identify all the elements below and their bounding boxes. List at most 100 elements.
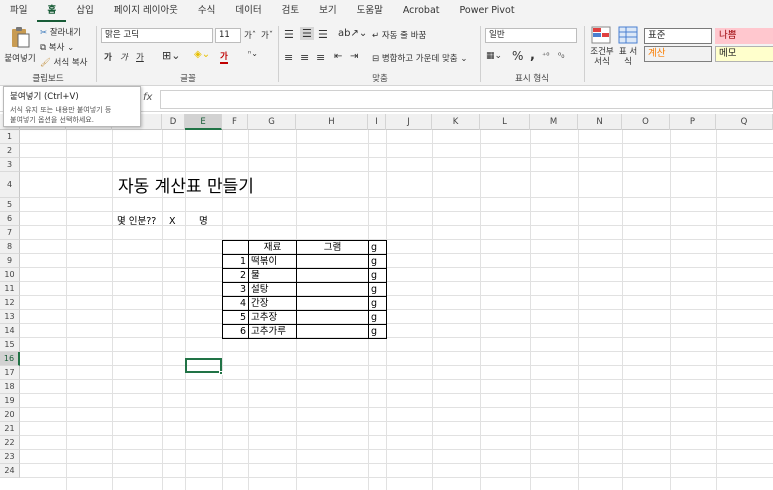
underline-button[interactable]: 가 bbox=[136, 51, 144, 63]
style-note[interactable]: 메모 bbox=[715, 46, 773, 62]
tab-help[interactable]: 도움말 bbox=[347, 0, 393, 22]
merge-center-button[interactable]: ⊟ 병합하고 가운데 맞춤 ⌄ bbox=[372, 52, 467, 64]
table-row-unit[interactable]: g bbox=[368, 296, 387, 311]
format-painter-button[interactable]: 🖌 서식 복사 bbox=[40, 56, 87, 68]
column-header-q[interactable]: Q bbox=[716, 114, 773, 130]
table-header-number[interactable] bbox=[222, 240, 249, 255]
borders-icon[interactable]: ⊞⌄ bbox=[162, 49, 180, 62]
table-header-unit[interactable]: g bbox=[368, 240, 387, 255]
row-header-16[interactable]: 16 bbox=[0, 352, 20, 366]
row-header-15[interactable]: 15 bbox=[0, 338, 20, 352]
table-row-ingredient[interactable]: 고추가루 bbox=[248, 324, 297, 339]
column-header-i[interactable]: I bbox=[368, 114, 386, 130]
table-row-ingredient[interactable]: 고추장 bbox=[248, 310, 297, 325]
font-name-select[interactable]: 맑은 고딕 bbox=[101, 28, 213, 43]
column-header-f[interactable]: F bbox=[222, 114, 248, 130]
number-format-select[interactable]: 일반 bbox=[485, 28, 577, 43]
tab-insert[interactable]: 삽입 bbox=[66, 0, 103, 22]
align-top-icon[interactable]: ☰ bbox=[284, 28, 294, 41]
conditional-format-button[interactable]: 조건부 서식 bbox=[588, 26, 614, 67]
table-row-number[interactable]: 4 bbox=[222, 296, 249, 311]
comma-button[interactable]: , bbox=[530, 48, 535, 63]
row-header-23[interactable]: 23 bbox=[0, 450, 20, 464]
people-unit[interactable]: 명 bbox=[199, 215, 208, 229]
multiply-mark[interactable]: X bbox=[169, 215, 176, 229]
italic-button[interactable]: 가 bbox=[120, 51, 128, 63]
column-header-l[interactable]: L bbox=[480, 114, 530, 130]
row-header-1[interactable]: 1 bbox=[0, 130, 20, 144]
tab-review[interactable]: 검토 bbox=[272, 0, 309, 22]
column-header-d[interactable]: D bbox=[162, 114, 185, 130]
row-header-19[interactable]: 19 bbox=[0, 394, 20, 408]
table-row-gram[interactable] bbox=[296, 268, 369, 283]
table-row-ingredient[interactable]: 설탕 bbox=[248, 282, 297, 297]
decrease-decimal-icon[interactable]: ⁰₀ bbox=[558, 51, 564, 60]
table-row-gram[interactable] bbox=[296, 324, 369, 339]
orientation-icon[interactable]: ab↗⌄ bbox=[338, 28, 367, 39]
table-row-unit[interactable]: g bbox=[368, 282, 387, 297]
row-header-8[interactable]: 8 bbox=[0, 240, 20, 254]
table-format-button[interactable]: 표 서식 bbox=[616, 26, 640, 67]
table-row-unit[interactable]: g bbox=[368, 254, 387, 269]
row-header-11[interactable]: 11 bbox=[0, 282, 20, 296]
row-header-22[interactable]: 22 bbox=[0, 436, 20, 450]
tab-formulas[interactable]: 수식 bbox=[188, 0, 225, 22]
fill-handle[interactable] bbox=[219, 371, 223, 375]
row-header-3[interactable]: 3 bbox=[0, 158, 20, 172]
row-header-14[interactable]: 14 bbox=[0, 324, 20, 338]
font-size-select[interactable]: 11 bbox=[215, 28, 241, 43]
cut-button[interactable]: ✂ 잘라내기 bbox=[40, 26, 81, 38]
align-left-icon[interactable]: ≡ bbox=[284, 51, 293, 64]
tab-home[interactable]: 홈 bbox=[37, 0, 67, 22]
row-header-7[interactable]: 7 bbox=[0, 226, 20, 240]
servings-question[interactable]: 몇 인분?? bbox=[117, 215, 156, 229]
table-header-ingredient[interactable]: 재료 bbox=[248, 240, 297, 255]
table-row-ingredient[interactable]: 간장 bbox=[248, 296, 297, 311]
row-header-6[interactable]: 6 bbox=[0, 212, 20, 226]
column-header-j[interactable]: J bbox=[386, 114, 432, 130]
table-row-gram[interactable] bbox=[296, 296, 369, 311]
tab-view[interactable]: 보기 bbox=[309, 0, 346, 22]
column-header-p[interactable]: P bbox=[670, 114, 716, 130]
tab-acrobat[interactable]: Acrobat bbox=[393, 0, 450, 22]
tab-page-layout[interactable]: 페이지 레이아웃 bbox=[104, 0, 188, 22]
column-header-n[interactable]: N bbox=[578, 114, 622, 130]
grow-font-button[interactable]: 가ˆ bbox=[244, 29, 256, 41]
table-row-ingredient[interactable]: 떡볶이 bbox=[248, 254, 297, 269]
paste-button[interactable]: 붙여넣기 bbox=[3, 25, 37, 69]
row-header-2[interactable]: 2 bbox=[0, 144, 20, 158]
table-row-gram[interactable] bbox=[296, 310, 369, 325]
table-row-unit[interactable]: g bbox=[368, 310, 387, 325]
bold-button[interactable]: 가 bbox=[104, 51, 112, 63]
align-bottom-icon[interactable]: ☰ bbox=[318, 28, 328, 41]
table-header-gram[interactable]: 그램 bbox=[296, 240, 369, 255]
decrease-indent-icon[interactable]: ⇤ bbox=[334, 51, 342, 62]
table-row-number[interactable]: 5 bbox=[222, 310, 249, 325]
increase-decimal-icon[interactable]: ⁺⁰ bbox=[542, 51, 549, 60]
tab-data[interactable]: 데이터 bbox=[225, 0, 271, 22]
table-row-unit[interactable]: g bbox=[368, 268, 387, 283]
fx-icon[interactable]: fx bbox=[143, 92, 152, 103]
style-bad[interactable]: 나쁨 bbox=[715, 28, 773, 44]
align-middle-icon[interactable]: ☰ bbox=[300, 27, 314, 40]
row-header-5[interactable]: 5 bbox=[0, 198, 20, 212]
font-color-button[interactable]: 가 bbox=[220, 50, 228, 64]
row-header-20[interactable]: 20 bbox=[0, 408, 20, 422]
tab-power-pivot[interactable]: Power Pivot bbox=[450, 0, 525, 22]
style-normal[interactable]: 표준 bbox=[644, 28, 712, 44]
row-header-21[interactable]: 21 bbox=[0, 422, 20, 436]
row-header-12[interactable]: 12 bbox=[0, 296, 20, 310]
column-header-e[interactable]: E bbox=[185, 114, 222, 130]
column-header-m[interactable]: M bbox=[530, 114, 578, 130]
row-header-18[interactable]: 18 bbox=[0, 380, 20, 394]
column-header-o[interactable]: O bbox=[622, 114, 670, 130]
row-header-24[interactable]: 24 bbox=[0, 464, 20, 478]
tab-file[interactable]: 파일 bbox=[0, 0, 37, 22]
currency-icon[interactable]: ▦⌄ bbox=[486, 51, 502, 61]
phonetic-icon[interactable]: ⁿ⌄ bbox=[248, 49, 258, 58]
table-row-gram[interactable] bbox=[296, 254, 369, 269]
row-header-9[interactable]: 9 bbox=[0, 254, 20, 268]
table-row-number[interactable]: 1 bbox=[222, 254, 249, 269]
align-center-icon[interactable]: ≡ bbox=[300, 51, 309, 64]
table-row-number[interactable]: 3 bbox=[222, 282, 249, 297]
